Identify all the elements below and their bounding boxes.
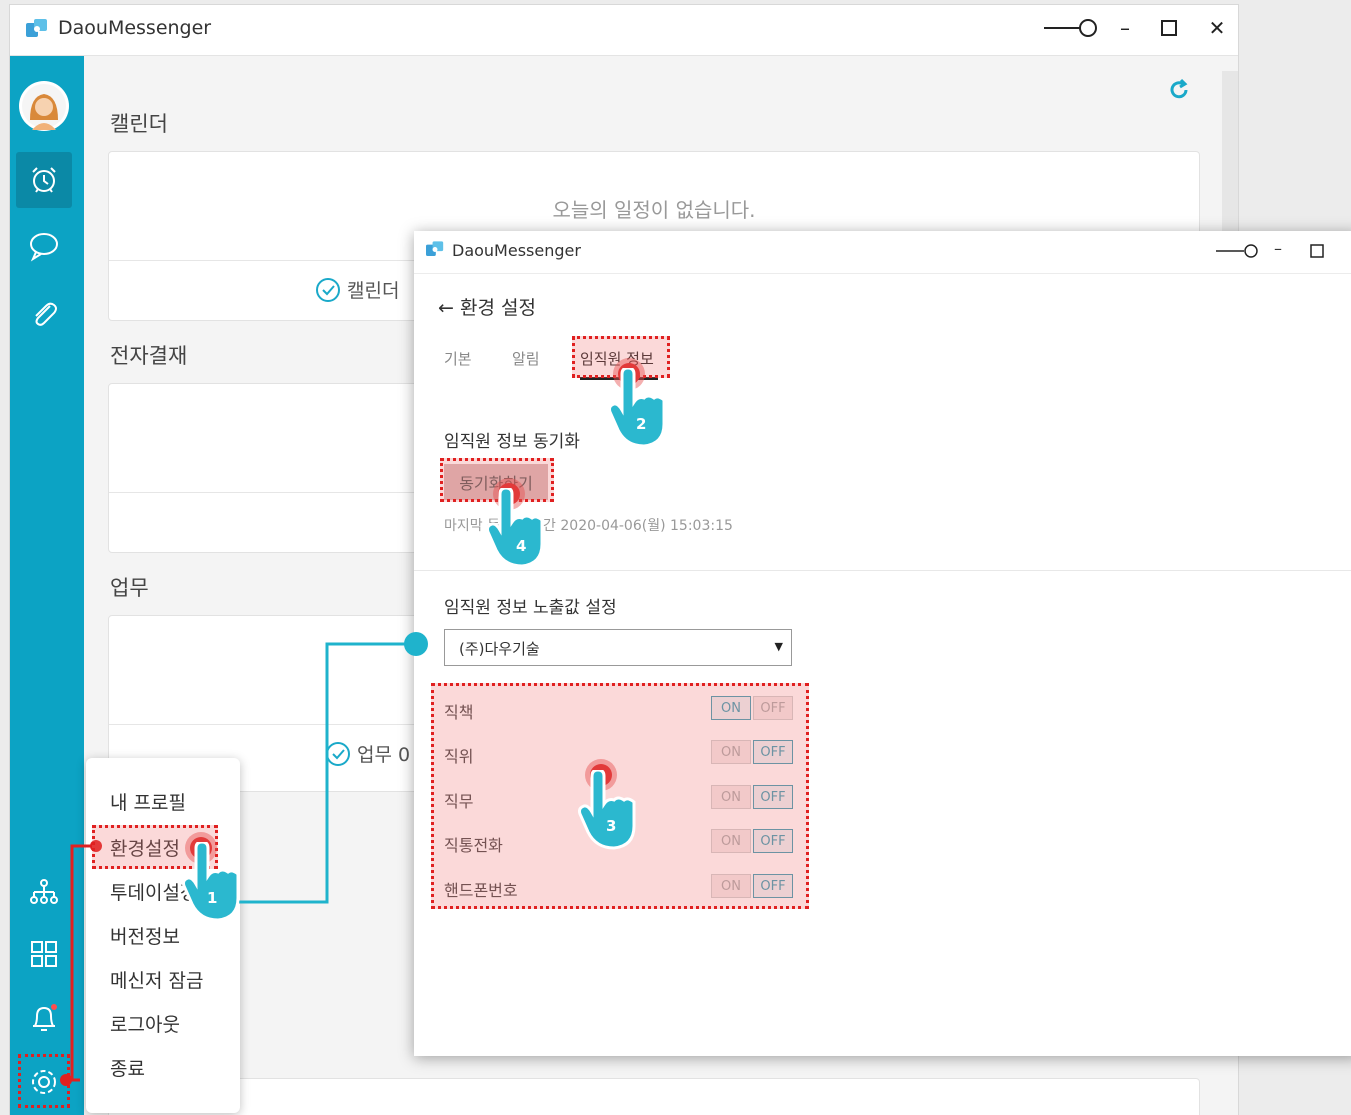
- pointer-hand-icon: [182, 842, 240, 922]
- step-number: 4: [516, 537, 527, 555]
- pointer-hand-icon: [608, 368, 666, 448]
- highlight-settings-gear: [18, 1054, 70, 1108]
- step-number: 3: [606, 817, 617, 835]
- pointer-hand-icon: [486, 488, 544, 568]
- step-number: 1: [207, 889, 218, 907]
- pointer-hand-icon: [578, 770, 636, 850]
- step-number: 2: [636, 415, 647, 433]
- callout-connector: [60, 632, 428, 1086]
